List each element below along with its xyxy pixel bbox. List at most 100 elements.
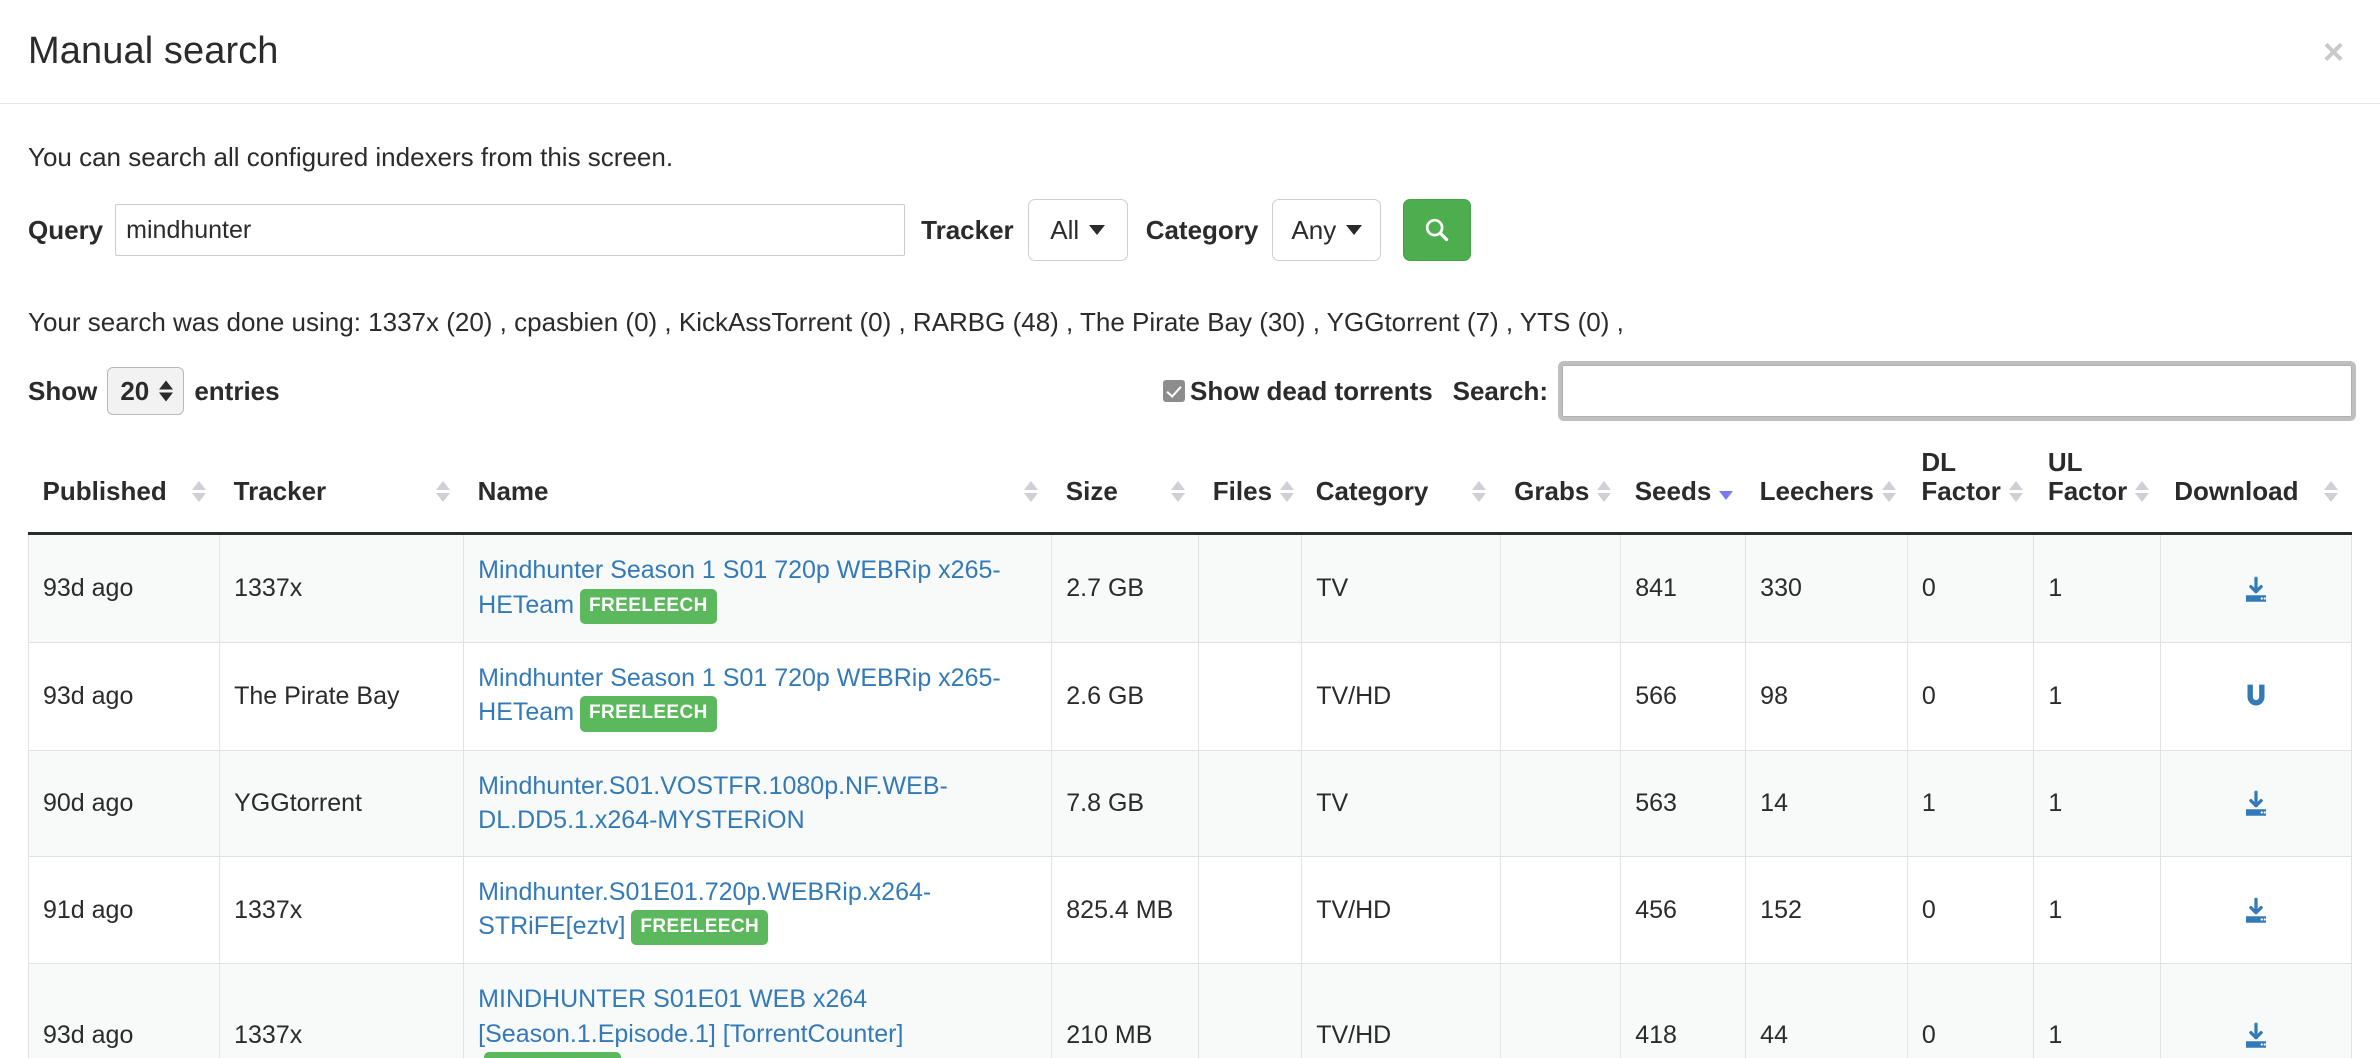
intro-text: You can search all configured indexers f… <box>28 142 2352 173</box>
category-dropdown[interactable]: Any <box>1272 199 1381 261</box>
col-header-tracker[interactable]: Tracker <box>220 448 464 534</box>
close-icon[interactable]: × <box>2317 34 2350 70</box>
table-body: 93d ago1337xMindhunter Season 1 S01 720p… <box>29 534 2352 1058</box>
col-header-ul-factor[interactable]: UL Factor <box>2034 448 2160 534</box>
cell-dl-factor: 0 <box>1907 642 2033 750</box>
search-icon <box>1423 216 1451 244</box>
col-label: DL Factor <box>1921 448 2000 506</box>
entries-length-select[interactable]: 20 <box>107 367 184 415</box>
col-label: Published <box>43 477 167 506</box>
cell-published: 93d ago <box>29 534 220 643</box>
tracker-dropdown-value: All <box>1050 215 1079 246</box>
col-header-seeds[interactable]: Seeds <box>1621 448 1746 534</box>
cell-leechers: 44 <box>1746 964 1908 1058</box>
freeleech-badge: FREELEECH <box>580 589 717 624</box>
cell-dl-factor: 0 <box>1907 534 2033 643</box>
cell-seeds: 456 <box>1621 856 1746 964</box>
col-header-download[interactable]: Download <box>2160 448 2351 534</box>
cell-files <box>1199 964 1302 1058</box>
col-header-published[interactable]: Published <box>29 448 220 534</box>
modal-header: Manual search × <box>0 0 2380 104</box>
cell-name: Mindhunter.S01E01.720p.WEBRip.x264-STRiF… <box>464 856 1052 964</box>
cell-grabs <box>1500 642 1621 750</box>
search-results-table: Published Tracker Name Size Files Catego… <box>28 448 2352 1058</box>
cell-category: TV/HD <box>1302 642 1500 750</box>
cell-category: TV <box>1302 750 1500 856</box>
cell-download[interactable] <box>2160 534 2351 643</box>
sort-desc-icon <box>1719 491 1733 500</box>
freeleech-badge: FREELEECH <box>631 910 768 945</box>
col-header-grabs[interactable]: Grabs <box>1500 448 1621 534</box>
cell-size: 825.4 MB <box>1052 856 1199 964</box>
cell-ul-factor: 1 <box>2034 534 2160 643</box>
col-header-name[interactable]: Name <box>464 448 1052 534</box>
datatable-controls: Show 20 entries Show dead torrents Searc… <box>28 360 2352 422</box>
table-row: 91d ago1337xMindhunter.S01E01.720p.WEBRi… <box>29 856 2352 964</box>
cell-name: Mindhunter Season 1 S01 720p WEBRip x265… <box>464 642 1052 750</box>
sort-arrows-icon <box>192 481 206 502</box>
cell-ul-factor: 1 <box>2034 750 2160 856</box>
cell-name: MINDHUNTER S01E01 WEB x264 [Season.1.Epi… <box>464 964 1052 1058</box>
download-icon[interactable] <box>2241 575 2271 605</box>
col-label: Category <box>1316 477 1429 506</box>
sort-arrows-icon <box>2324 481 2338 502</box>
cell-tracker: YGGtorrent <box>220 750 464 856</box>
col-header-dl-factor[interactable]: DL Factor <box>1907 448 2033 534</box>
cell-download[interactable] <box>2160 642 2351 750</box>
table-filter-input[interactable] <box>1562 365 2352 417</box>
cell-grabs <box>1500 964 1621 1058</box>
freeleech-badge: FREELEECH <box>580 696 717 731</box>
table-header-row: Published Tracker Name Size Files Catego… <box>29 448 2352 534</box>
col-label: Leechers <box>1760 477 1874 506</box>
torrent-name-link[interactable]: MINDHUNTER S01E01 WEB x264 [Season.1.Epi… <box>478 985 903 1048</box>
table-row: 93d agoThe Pirate BayMindhunter Season 1… <box>29 642 2352 750</box>
indexers-status-line: Your search was done using: 1337x (20) ,… <box>28 307 2352 338</box>
show-dead-torrents-checkbox[interactable] <box>1163 380 1185 402</box>
tracker-dropdown[interactable]: All <box>1028 199 1128 261</box>
cell-seeds: 563 <box>1621 750 1746 856</box>
manual-search-form: Query Tracker All Category Any <box>28 199 2352 261</box>
page-title: Manual search <box>28 30 279 73</box>
col-header-files[interactable]: Files <box>1199 448 1302 534</box>
query-input[interactable] <box>115 204 905 256</box>
cell-category: TV/HD <box>1302 856 1500 964</box>
col-label: Name <box>478 477 549 506</box>
col-header-leechers[interactable]: Leechers <box>1746 448 1908 534</box>
cell-download[interactable] <box>2160 964 2351 1058</box>
cell-download[interactable] <box>2160 856 2351 964</box>
cell-files <box>1199 642 1302 750</box>
download-icon[interactable] <box>2241 789 2271 819</box>
torrent-name-link[interactable]: Mindhunter Season 1 S01 720p WEBRip x265… <box>478 664 1001 727</box>
cell-published: 93d ago <box>29 964 220 1058</box>
download-icon[interactable] <box>2241 896 2271 926</box>
table-header: Published Tracker Name Size Files Catego… <box>29 448 2352 534</box>
cell-tracker: 1337x <box>220 964 464 1058</box>
torrent-name-link[interactable]: Mindhunter Season 1 S01 720p WEBRip x265… <box>478 556 1001 619</box>
table-filter-control: Search: <box>1453 365 2352 417</box>
torrent-name-link[interactable]: Mindhunter.S01.VOSTFR.1080p.NF.WEB-DL.DD… <box>478 772 948 835</box>
cell-published: 91d ago <box>29 856 220 964</box>
show-label: Show <box>28 376 97 407</box>
chevron-down-icon <box>1089 225 1105 235</box>
show-dead-torrents-label: Show dead torrents <box>1190 376 1433 407</box>
show-dead-torrents-control[interactable]: Show dead torrents <box>1163 376 1433 407</box>
cell-grabs <box>1500 534 1621 643</box>
cell-size: 2.6 GB <box>1052 642 1199 750</box>
sort-arrows-icon <box>436 481 450 502</box>
magnet-icon[interactable] <box>2241 682 2271 712</box>
cell-size: 2.7 GB <box>1052 534 1199 643</box>
freeleech-badge: FREELEECH <box>484 1052 621 1058</box>
cell-name: Mindhunter Season 1 S01 720p WEBRip x265… <box>464 534 1052 643</box>
sort-arrows-icon <box>2009 481 2023 502</box>
col-header-size[interactable]: Size <box>1052 448 1199 534</box>
search-submit-button[interactable] <box>1403 199 1471 261</box>
cell-dl-factor: 0 <box>1907 856 2033 964</box>
category-label: Category <box>1146 215 1259 246</box>
col-label: Size <box>1066 477 1118 506</box>
cell-download[interactable] <box>2160 750 2351 856</box>
cell-seeds: 418 <box>1621 964 1746 1058</box>
download-icon[interactable] <box>2241 1021 2271 1051</box>
cell-dl-factor: 1 <box>1907 750 2033 856</box>
entries-length-control: Show 20 entries <box>28 367 280 415</box>
col-header-category[interactable]: Category <box>1302 448 1500 534</box>
